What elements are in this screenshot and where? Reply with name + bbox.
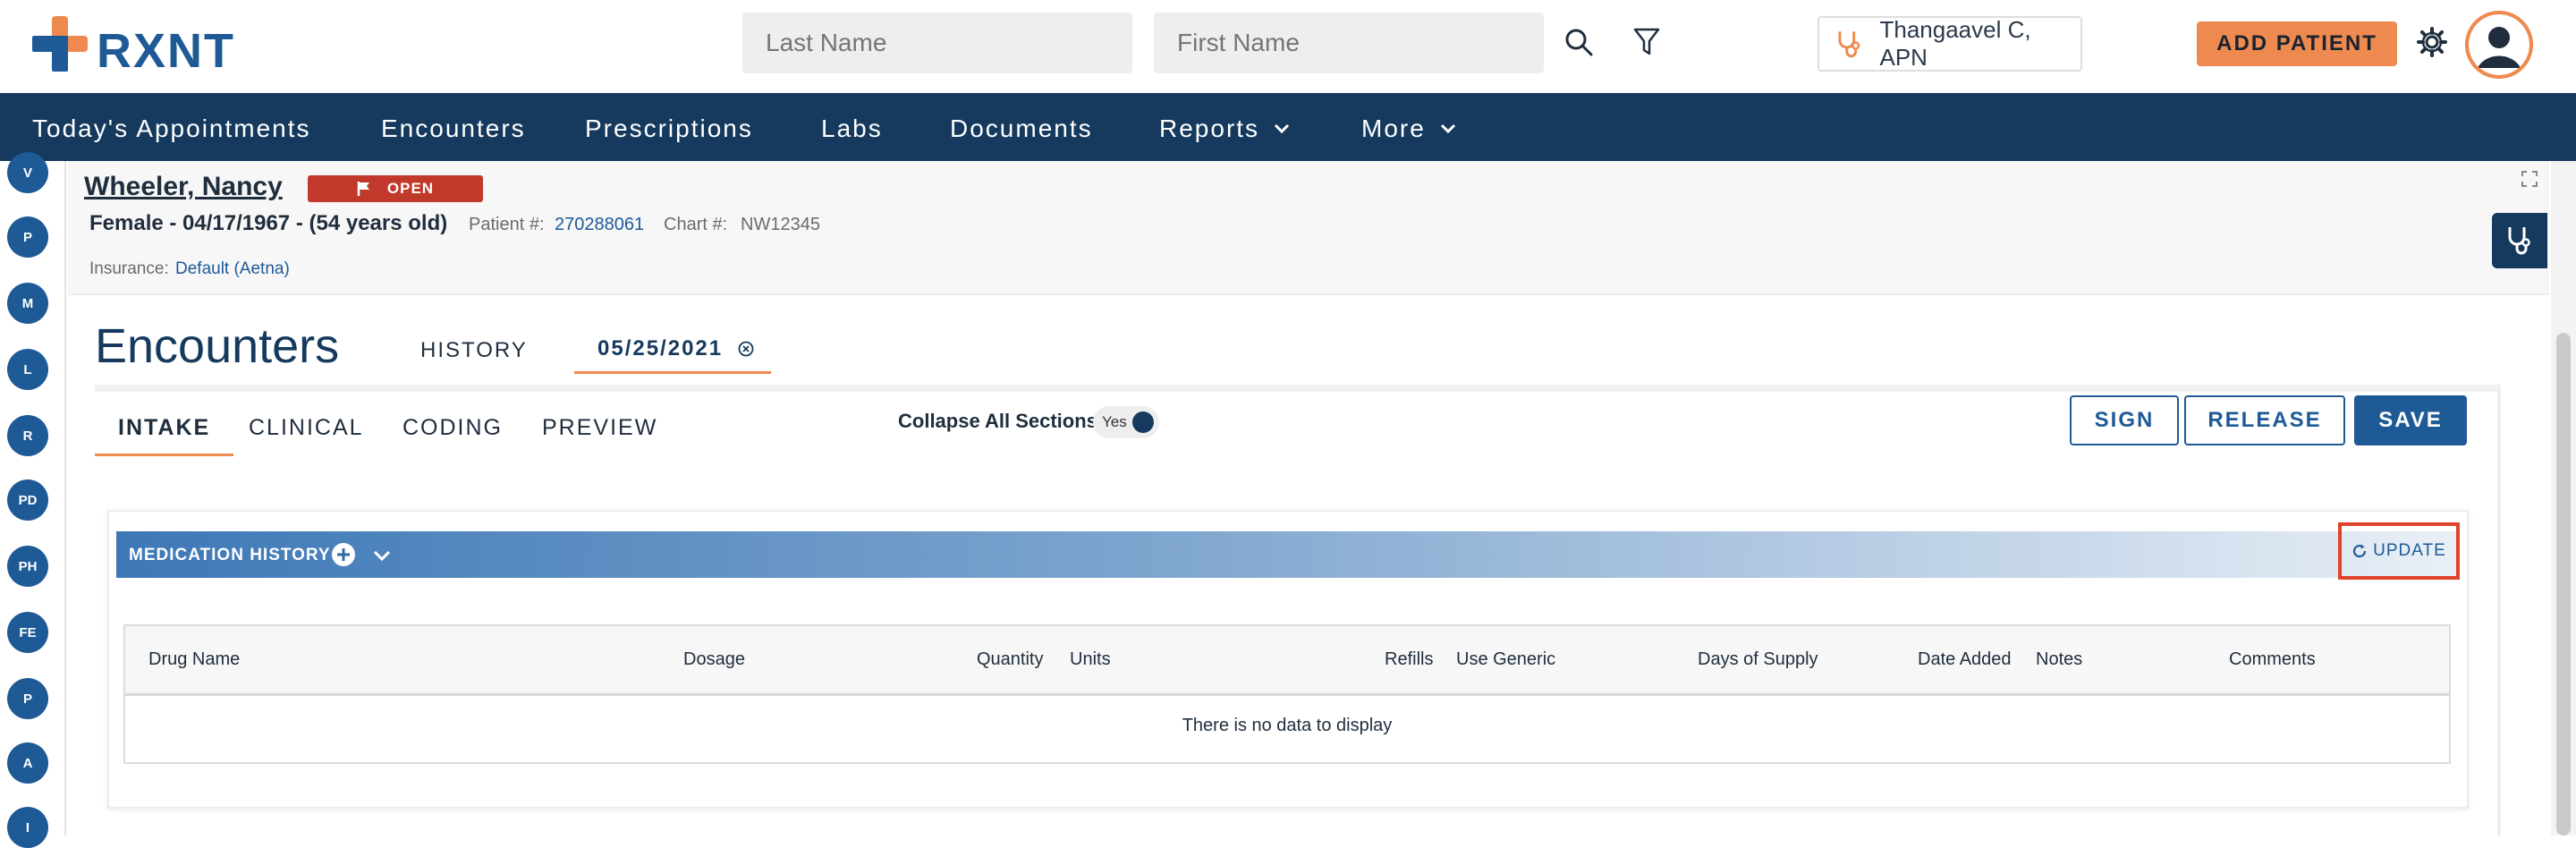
release-button[interactable]: RELEASE [2184, 395, 2345, 445]
subtab-intake[interactable]: INTAKE [95, 415, 234, 456]
rxnt-logo[interactable]: RXNT [32, 16, 238, 78]
sign-button[interactable]: SIGN [2070, 395, 2179, 445]
column-header-dosage[interactable]: Dosage [683, 649, 745, 670]
nav-label: More [1361, 114, 1426, 142]
patient-banner: Wheeler, Nancy OPEN Female - 04/17/1967 … [68, 161, 2549, 295]
toggle-value: Yes [1102, 413, 1127, 430]
subtab-coding[interactable]: CODING [402, 415, 503, 441]
nav-prescriptions[interactable]: Prescriptions [585, 114, 753, 143]
medication-history-table: Drug Name Dosage Quantity Units Refills … [123, 624, 2451, 764]
rail-item-fe[interactable]: FE [7, 612, 48, 653]
stethoscope-icon [2508, 227, 2530, 255]
chart-number-value: NW12345 [741, 215, 820, 234]
flag-icon [357, 182, 369, 196]
rail-item-v[interactable]: V [7, 152, 48, 193]
column-header-quantity[interactable]: Quantity [977, 649, 1043, 670]
column-header-date-added[interactable]: Date Added [1918, 649, 2012, 670]
page-title: Encounters [95, 319, 340, 373]
nav-label: Today's Appointments [32, 114, 311, 142]
user-icon [2465, 11, 2533, 79]
add-patient-button[interactable]: ADD PATIENT [2197, 21, 2397, 66]
update-button[interactable]: UPDATE [2338, 522, 2460, 580]
encounter-status-badge: OPEN [308, 175, 483, 202]
rail-item-pd[interactable]: PD [7, 479, 48, 521]
tab-date-label: 05/25/2021 [597, 336, 724, 360]
first-name-input[interactable] [1154, 13, 1544, 73]
rail-item-p[interactable]: P [7, 216, 48, 258]
column-header-comments[interactable]: Comments [2229, 649, 2316, 670]
search-icon[interactable] [1558, 21, 1599, 63]
column-header-notes[interactable]: Notes [2036, 649, 2082, 670]
column-header-drug-name[interactable]: Drug Name [148, 649, 240, 670]
nav-label: Reports [1159, 114, 1260, 142]
subtab-preview[interactable]: PREVIEW [542, 415, 657, 441]
column-header-use-generic[interactable]: Use Generic [1456, 649, 1555, 670]
clinical-tool-button[interactable] [2492, 213, 2547, 268]
rail-item-i[interactable]: I [7, 807, 48, 848]
empty-table-message: There is no data to display [1182, 716, 1393, 735]
nav-reports[interactable]: Reports [1159, 114, 1290, 143]
expand-icon[interactable] [2521, 170, 2538, 188]
filter-icon[interactable] [1626, 21, 1667, 63]
section-title: MEDICATION HISTORY [129, 546, 331, 564]
nav-label: Encounters [381, 114, 526, 142]
section-rail: V P M L R PD PH FE P A I [0, 152, 66, 848]
status-text: OPEN [386, 180, 435, 197]
rxnt-cross-icon [32, 16, 88, 72]
nav-todays-appointments[interactable]: Today's Appointments [32, 114, 311, 143]
rail-item-m[interactable]: M [7, 283, 48, 324]
patient-number-label: Patient #: [469, 215, 545, 234]
chevron-down-icon[interactable] [372, 549, 392, 562]
patient-name-link[interactable]: Wheeler, Nancy [84, 172, 283, 202]
tab-history[interactable]: HISTORY [420, 338, 528, 363]
logo-text: RXNT [97, 24, 235, 78]
save-button[interactable]: SAVE [2354, 395, 2467, 445]
nav-label: Labs [821, 114, 883, 142]
nav-labs[interactable]: Labs [821, 114, 883, 143]
provider-name: Thangaavel C, APN [1879, 16, 2031, 71]
nav-encounters[interactable]: Encounters [381, 114, 526, 143]
patient-number-link[interactable]: 270288061 [555, 215, 644, 235]
column-header-days-of-supply[interactable]: Days of Supply [1698, 649, 1818, 670]
table-header-row: Drug Name Dosage Quantity Units Refills … [125, 626, 2449, 696]
insurance-label: Insurance: [89, 259, 169, 278]
main-nav: Today's Appointments Encounters Prescrip… [0, 93, 2576, 161]
gear-icon[interactable] [2411, 21, 2453, 63]
rail-item-l[interactable]: L [7, 349, 48, 390]
chevron-down-icon [1440, 123, 1455, 134]
stethoscope-icon [1838, 31, 1860, 58]
user-avatar[interactable] [2465, 11, 2533, 79]
nav-more[interactable]: More [1361, 114, 1456, 143]
nav-label: Documents [950, 114, 1093, 142]
patient-demographics: Female - 04/17/1967 - (54 years old) [89, 211, 448, 235]
close-circle-icon[interactable] [738, 341, 754, 357]
last-name-input[interactable] [742, 13, 1132, 73]
page-scrollbar-thumb[interactable] [2556, 333, 2571, 835]
subtab-clinical[interactable]: CLINICAL [249, 415, 364, 441]
rail-item-a[interactable]: A [7, 742, 48, 784]
rail-item-r[interactable]: R [7, 415, 48, 456]
collapse-all-label: Collapse All Sections: [898, 410, 1105, 432]
tab-encounter-date[interactable]: 05/25/2021 [574, 336, 771, 374]
insurance-link[interactable]: Default (Aetna) [175, 259, 290, 279]
column-header-refills[interactable]: Refills [1385, 649, 1433, 670]
top-header: RXNT Thangaavel C, APN ADD PATIENT [0, 0, 2576, 93]
nav-label: Prescriptions [585, 114, 753, 142]
refresh-icon [2353, 544, 2367, 558]
nav-documents[interactable]: Documents [950, 114, 1093, 143]
update-label: UPDATE [2373, 541, 2446, 560]
column-header-units[interactable]: Units [1070, 649, 1111, 670]
collapse-all-toggle[interactable]: Yes [1093, 406, 1159, 438]
medication-history-header[interactable]: MEDICATION HISTORY [116, 531, 2460, 578]
rail-item-p2[interactable]: P [7, 678, 48, 719]
chart-number-label: Chart #: [664, 215, 728, 234]
add-circle-icon[interactable] [331, 542, 356, 567]
chevron-down-icon [1274, 123, 1290, 134]
provider-selector[interactable]: Thangaavel C, APN [1818, 16, 2082, 72]
rail-item-ph[interactable]: PH [7, 546, 48, 587]
toggle-knob [1132, 411, 1154, 433]
